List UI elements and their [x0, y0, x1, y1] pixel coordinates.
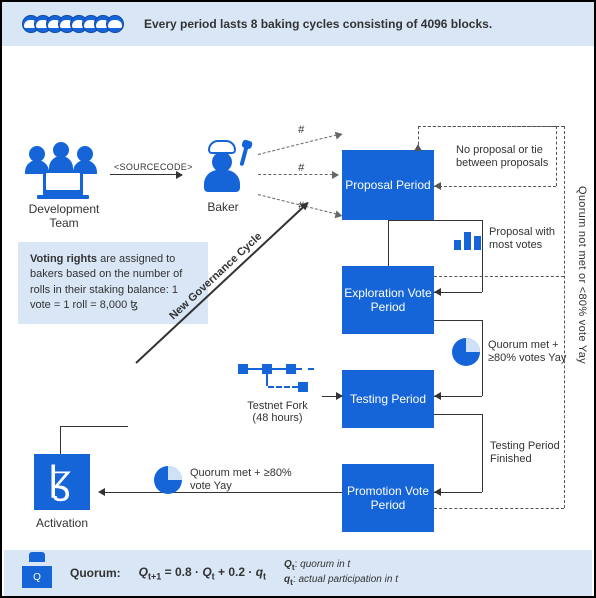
note-no-proposal: No proposal or tie between proposals [456, 144, 576, 170]
top-banner: Every period lasts 8 baking cycles consi… [2, 2, 594, 46]
ballot-box-icon: Q [22, 558, 52, 588]
testing-period-label: Testing Period [350, 392, 426, 406]
baker-label: Baker [188, 200, 258, 214]
proposal-period-box: Proposal Period [342, 150, 434, 220]
pie-chart-icon [154, 466, 182, 494]
proposal-votes-text: Proposal with most votes [489, 226, 569, 252]
team-icon [29, 146, 99, 198]
dev-team-label: Development Team [14, 202, 114, 230]
conn-quorum-not-met [564, 126, 565, 508]
note-quorum-not-met: Quorum not met or <80% vote Yay [576, 186, 588, 364]
banner-text: Every period lasts 8 baking cycles consi… [144, 17, 492, 31]
promotion-vote-period-box: Promotion Vote Period [342, 464, 434, 532]
baker-icon [198, 140, 248, 196]
fork-icon [238, 360, 318, 396]
proposal-period-label: Proposal Period [345, 178, 430, 192]
testnet-fork-node: Testnet Fork (48 hours) [230, 360, 325, 424]
conn-proposal-exploration [388, 220, 389, 266]
exploration-vote-period-box: Exploration Vote Period [342, 266, 434, 334]
activation-label: Activation [22, 516, 102, 530]
quorum-met-text-2: Quorum met + ≥80% vote Yay [190, 467, 300, 493]
hash-symbol: # [298, 124, 304, 136]
note-testing-finished: Testing Period Finished [490, 440, 580, 466]
exploration-period-label: Exploration Vote Period [342, 286, 434, 315]
baker-node: Baker [188, 140, 258, 214]
development-team-node: Development Team [14, 146, 114, 230]
promotion-period-label: Promotion Vote Period [342, 484, 434, 513]
pie-chart-icon [452, 338, 480, 366]
baking-cycle-icons [22, 15, 124, 33]
hash-symbol: # [298, 162, 304, 174]
note-proposal-most-votes: Proposal with most votes [454, 226, 569, 252]
bar-chart-icon [454, 228, 481, 250]
testnet-fork-label: Testnet Fork [230, 400, 325, 412]
note-quorum-met-2: Quorum met + ≥80% vote Yay [154, 466, 300, 494]
testing-period-box: Testing Period [342, 370, 434, 428]
activation-node: Activation [22, 454, 102, 530]
quorum-met-text-1: Quorum met + ≥80% votes Yay [488, 339, 584, 365]
quorum-legend: Qt: quorum in t qt: actual participation… [284, 558, 398, 588]
arrow-dev-to-baker [110, 174, 182, 175]
testnet-hours-label: (48 hours) [230, 412, 325, 424]
tezos-logo-icon [34, 454, 90, 510]
ballot-box-letter: Q [22, 566, 52, 588]
voting-rights-bold: Voting rights [30, 253, 97, 265]
arrow-baker-proposal-2 [258, 174, 338, 175]
diagram-canvas: Development Team <SOURCECODE> Baker # # … [2, 46, 594, 554]
arrow-baker-proposal-1 [258, 133, 342, 155]
quorum-footer: Q Quorum: Qt+1 = 0.8 · Qt + 0.2 · qt Qt:… [4, 550, 592, 596]
quorum-formula: Qt+1 = 0.8 · Qt + 0.2 · qt [139, 565, 266, 581]
quorum-label: Quorum: [70, 566, 121, 580]
